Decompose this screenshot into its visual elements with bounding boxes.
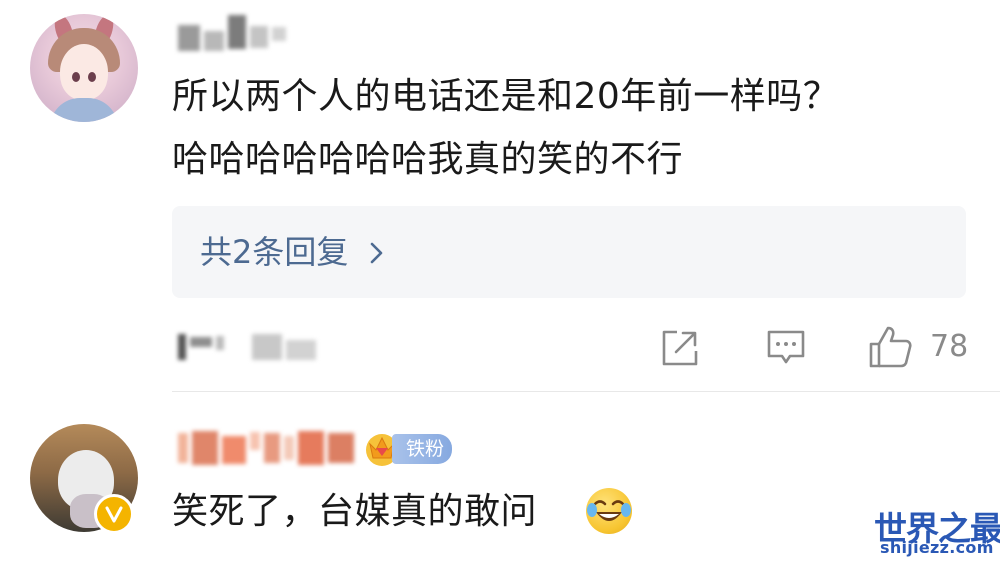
verified-badge-icon xyxy=(94,494,134,534)
user-avatar[interactable] xyxy=(30,14,138,122)
comment-divider xyxy=(172,391,1000,392)
chevron-right-icon xyxy=(369,230,385,274)
fan-badge[interactable]: 铁粉 xyxy=(362,428,452,468)
like-icon[interactable] xyxy=(868,324,914,370)
fan-badge-label: 铁粉 xyxy=(392,434,452,464)
comment-text-line-2: 哈哈哈哈哈哈哈我真的笑的不行 xyxy=(172,139,684,180)
comment-text: 笑死了，台媒真的敢问 xyxy=(172,491,538,532)
replies-panel[interactable]: 共2条回复 xyxy=(172,206,966,298)
laughing-tears-emoji-icon xyxy=(586,488,632,534)
username-obscured[interactable] xyxy=(178,10,286,54)
view-replies-label: 共2条回复 xyxy=(200,233,349,271)
comment-icon[interactable] xyxy=(766,328,806,368)
comment-text-line-1: 所以两个人的电话还是和20年前一样吗？ xyxy=(172,76,840,117)
username-obscured[interactable] xyxy=(178,428,354,468)
comment-meta-obscured xyxy=(178,330,316,364)
watermark-url: shijiezz.com xyxy=(880,538,994,557)
view-replies-link[interactable]: 共2条回复 xyxy=(200,230,385,274)
like-count: 78 xyxy=(930,329,969,364)
share-icon[interactable] xyxy=(660,328,700,368)
